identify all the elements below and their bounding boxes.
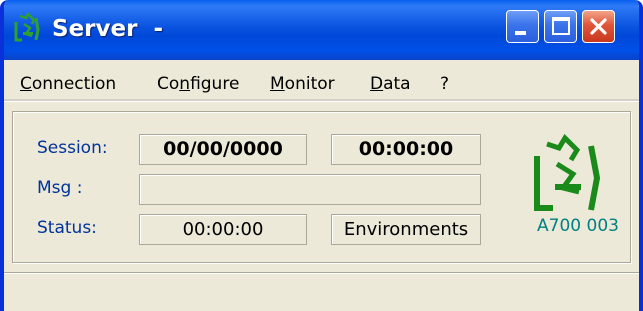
server-app-icon — [14, 12, 40, 42]
menu-monitor-rest: onitor — [284, 74, 335, 94]
minimize-button[interactable] — [506, 10, 539, 43]
status-label: Status: — [37, 218, 97, 238]
menu-configure[interactable]: Configure — [157, 74, 239, 94]
menu-data-mnemonic: D — [370, 74, 384, 94]
session-time-field: 00:00:00 — [331, 134, 481, 165]
menu-monitor[interactable]: Monitor — [270, 74, 335, 94]
msg-label: Msg : — [37, 178, 83, 198]
maximize-icon — [552, 17, 570, 35]
close-icon — [590, 18, 607, 35]
server-window: Server - Connection Configure Monitor Da… — [0, 0, 643, 311]
minimize-icon — [515, 31, 526, 35]
device-id-label: A700 003 — [537, 216, 619, 236]
status-bar — [4, 272, 639, 311]
menu-bar: Connection Configure Monitor Data ? — [4, 60, 639, 102]
window-title: Server - — [52, 16, 164, 42]
session-group: Session: 00/00/0000 00:00:00 Msg : Statu… — [12, 111, 631, 263]
status-time-field: 00:00:00 — [139, 214, 307, 245]
menu-connection[interactable]: Connection — [20, 74, 116, 94]
menu-configure-pre: Co — [157, 74, 180, 94]
maximize-button[interactable] — [544, 10, 577, 43]
menu-configure-mnemonic: n — [179, 74, 191, 94]
session-label: Session: — [37, 138, 108, 158]
close-button[interactable] — [582, 10, 615, 43]
session-date-field: 00/00/0000 — [139, 134, 307, 165]
msg-field — [139, 174, 481, 205]
menu-data-rest: ata — [383, 74, 411, 94]
menu-data[interactable]: Data — [370, 74, 411, 94]
menu-monitor-mnemonic: M — [270, 74, 285, 94]
menu-connection-mnemonic: C — [20, 74, 32, 94]
menu-configure-rest: figure — [190, 74, 240, 94]
status-text-field: Environments — [331, 214, 481, 245]
device-logo-icon — [534, 134, 601, 211]
menu-help[interactable]: ? — [440, 74, 449, 94]
menu-connection-rest: onnection — [31, 74, 117, 94]
title-bar[interactable]: Server - — [4, 0, 639, 60]
